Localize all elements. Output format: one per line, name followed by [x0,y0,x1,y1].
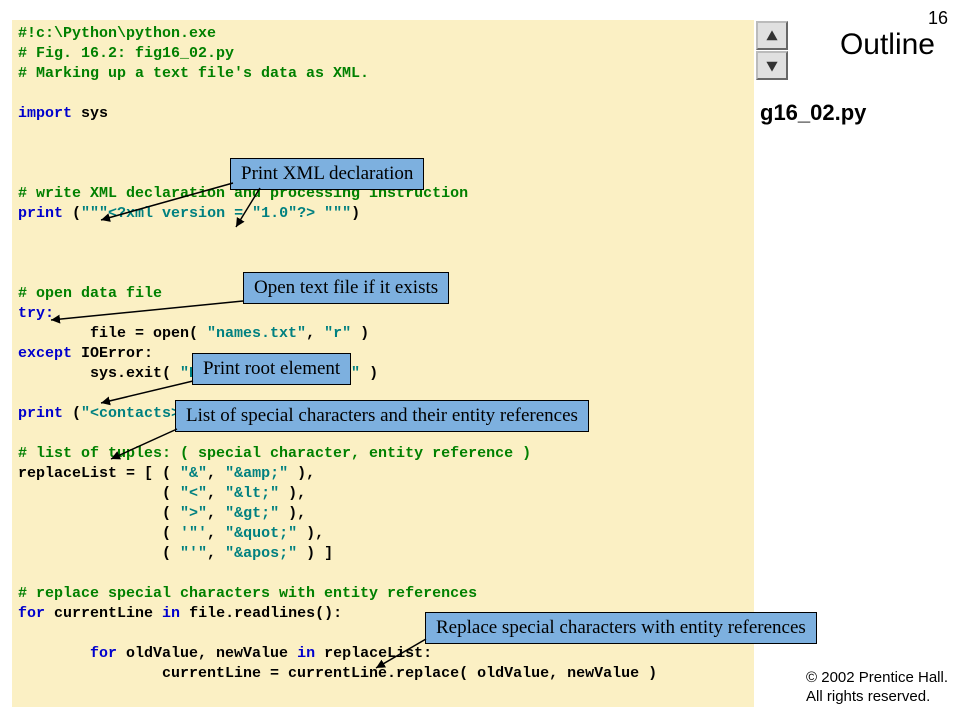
code-text: ), [297,525,324,542]
code-text: ) [351,325,369,342]
chevron-up-icon [765,29,779,43]
code-text: ( [18,525,180,542]
code-keyword: print [18,205,63,222]
callout-replace: Replace special characters with entity r… [425,612,817,644]
code-string: ?> [297,205,324,222]
callout-open-file: Open text file if it exists [243,272,449,304]
code-string: "1.0" [252,205,297,222]
code-keyword: for [90,645,117,662]
code-text: ( [18,485,180,502]
code-string: "'" [180,545,207,562]
code-text: , [207,465,225,482]
code-string: ">" [180,505,207,522]
code-keyword: try: [18,305,54,322]
code-text: IOError: [72,345,153,362]
code-text: ), [279,505,306,522]
code-text: ( [18,545,180,562]
code-text: replaceList: [315,645,432,662]
code-string: "&apos;" [225,545,297,562]
code-string: "&quot;" [225,525,297,542]
code-comment: # Fig. 16.2: fig16_02.py [18,45,234,62]
code-keyword: in [297,645,315,662]
code-string: "r" [324,325,351,342]
code-text: ) [351,205,360,222]
code-keyword: print [18,405,63,422]
code-keyword: except [18,345,72,362]
code-text: currentLine = currentLine.replace( oldVa… [18,665,657,682]
filename-label: g16_02.py [760,100,866,126]
code-string: "&" [180,465,207,482]
code-text: ( [63,205,81,222]
code-string: """ [81,205,108,222]
callout-xml-declaration: Print XML declaration [230,158,424,190]
copyright-line: © 2002 Prentice Hall. [806,669,948,686]
code-comment: #!c:\Python\python.exe [18,25,216,42]
code-text: ), [279,485,306,502]
code-text: , [207,525,225,542]
callout-special-chars: List of special characters and their ent… [175,400,589,432]
code-string: "<" [180,485,207,502]
code-text: sys [72,105,108,122]
code-text: ), [288,465,315,482]
code-string: "<contacts>" [81,405,189,422]
code-text: ) ] [297,545,333,562]
code-string: <?xml version = [108,205,252,222]
code-text: currentLine [45,605,162,622]
code-string: "&amp;" [225,465,288,482]
outline-heading: Outline [840,28,935,62]
nav-down-button[interactable] [756,51,788,80]
code-text: ( [18,505,180,522]
code-string: """ [324,205,351,222]
copyright-line: All rights reserved. [806,688,930,705]
code-text: oldValue, newValue [117,645,297,662]
code-text: file.readlines(): [180,605,342,622]
nav-up-button[interactable] [756,21,788,50]
code-string: "&lt;" [225,485,279,502]
code-text: ) [360,365,378,382]
code-text: , [207,545,225,562]
code-listing: #!c:\Python\python.exe # Fig. 16.2: fig1… [12,20,754,707]
code-text: replaceList = [ ( [18,465,180,482]
page-number: 16 [928,8,948,29]
code-text: , [207,505,225,522]
code-keyword: in [162,605,180,622]
callout-root-element: Print root element [192,353,351,385]
copyright-notice: © 2002 Prentice Hall. All rights reserve… [806,668,948,706]
code-text: file = open( [18,325,207,342]
code-comment: # Marking up a text file's data as XML. [18,65,369,82]
code-text [18,645,90,662]
code-comment: # list of tuples: ( special character, e… [18,445,531,462]
code-keyword: import [18,105,72,122]
code-string: '"' [180,525,207,542]
code-comment: # open data file [18,285,162,302]
code-comment: # replace special characters with entity… [18,585,477,602]
code-keyword: for [18,605,45,622]
code-text: , [306,325,324,342]
code-text: ( [63,405,81,422]
chevron-down-icon [765,59,779,73]
code-text: , [207,485,225,502]
code-string: "names.txt" [207,325,306,342]
code-string: "&gt;" [225,505,279,522]
code-text: sys.exit( [18,365,180,382]
